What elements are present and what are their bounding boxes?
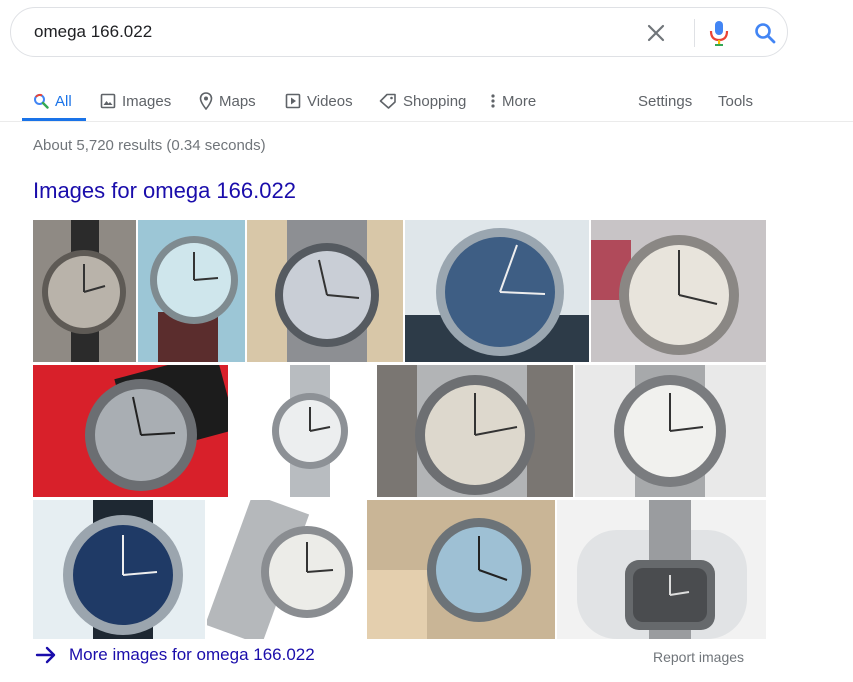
search-tabs: All Images Maps Videos Shopping More Set… [0, 80, 853, 122]
image-thumbnail[interactable] [557, 500, 766, 639]
tab-shopping[interactable]: Shopping [379, 86, 466, 116]
more-images-label: More images for omega 166.022 [69, 645, 315, 664]
tab-label: Maps [219, 92, 256, 110]
clear-icon[interactable] [645, 22, 667, 44]
tab-label: Videos [307, 92, 353, 110]
image-thumbnail[interactable] [207, 500, 365, 639]
tab-maps[interactable]: Maps [199, 86, 256, 116]
tab-label: More [502, 92, 537, 110]
image-thumbnail[interactable] [377, 365, 573, 497]
image-thumbnail[interactable] [138, 220, 245, 362]
search-icon[interactable] [753, 21, 777, 45]
image-thumbnail[interactable] [367, 500, 555, 639]
image-thumbnail[interactable] [247, 220, 403, 362]
search-box[interactable]: omega 166.022 [10, 7, 788, 57]
tools-link[interactable]: Tools [718, 86, 753, 116]
tab-videos[interactable]: Videos [285, 86, 353, 116]
image-thumbnail[interactable] [230, 365, 375, 497]
image-icon [100, 93, 116, 109]
more-vert-icon [491, 94, 495, 108]
tab-label: Shopping [403, 92, 467, 110]
tab-label: All [55, 92, 72, 110]
more-images-link[interactable]: More images for omega 166.022 [35, 645, 315, 665]
microphone-icon[interactable] [708, 19, 730, 47]
video-icon [285, 93, 301, 109]
tab-all[interactable]: All [33, 86, 72, 116]
arrow-right-icon [35, 646, 56, 664]
settings-link[interactable]: Settings [638, 86, 692, 116]
tab-more[interactable]: More [490, 86, 536, 116]
map-pin-icon [199, 92, 213, 110]
image-thumbnail[interactable] [575, 365, 766, 497]
search-input[interactable]: omega 166.022 [34, 22, 152, 42]
tab-label: Images [122, 92, 172, 110]
image-thumbnail[interactable] [33, 365, 228, 497]
header-divider [0, 121, 853, 122]
result-stats: About 5,720 results (0.34 seconds) [33, 137, 266, 154]
image-thumbnail[interactable] [33, 500, 205, 639]
images-heading-link[interactable]: Images for omega 166.022 [33, 178, 296, 204]
image-thumbnail[interactable] [405, 220, 589, 362]
search-icon [34, 93, 49, 109]
report-images-link[interactable]: Report images [653, 649, 744, 665]
tag-icon [379, 93, 396, 109]
image-thumbnail[interactable] [591, 220, 766, 362]
image-thumbnail[interactable] [33, 220, 136, 362]
tab-images[interactable]: Images [100, 86, 171, 116]
search-divider [694, 19, 695, 47]
